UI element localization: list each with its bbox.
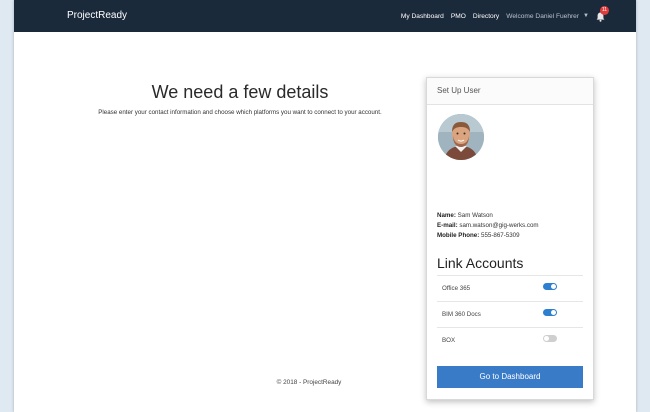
email-label: E-mail: bbox=[437, 222, 458, 229]
go-to-dashboard-button[interactable]: Go to Dashboard bbox=[437, 366, 583, 388]
footer-copyright: © 2018 - ProjectReady bbox=[276, 379, 342, 386]
setup-user-card: Set Up User Name: Sam Watson E-mail: sam… bbox=[426, 77, 594, 400]
name-value: Sam Watson bbox=[457, 212, 493, 219]
toggle-knob bbox=[551, 284, 556, 289]
brand-logo[interactable]: ProjectReady bbox=[67, 0, 127, 32]
toggle-knob bbox=[544, 336, 549, 341]
bim-360-docs-toggle[interactable] bbox=[543, 309, 557, 316]
card-title: Set Up User bbox=[427, 78, 593, 105]
account-label: BIM 360 Docs bbox=[442, 311, 481, 318]
avatar-image bbox=[438, 114, 484, 160]
nav-right: My Dashboard PMO Directory Welcome Danie… bbox=[401, 0, 609, 32]
email-value: sam.watson@gig-werks.com bbox=[459, 222, 539, 229]
nav-link-my-dashboard[interactable]: My Dashboard bbox=[401, 13, 444, 20]
nav-link-pmo[interactable]: PMO bbox=[451, 13, 466, 20]
office-365-toggle[interactable] bbox=[543, 283, 557, 290]
account-label: BOX bbox=[442, 337, 456, 344]
user-info: Name: Sam Watson E-mail: sam.watson@gig-… bbox=[437, 211, 539, 241]
app-window: ProjectReady My Dashboard PMO Directory … bbox=[14, 0, 636, 412]
notifications-button[interactable]: 11 bbox=[596, 6, 609, 22]
user-menu[interactable]: Welcome Daniel Fuehrer bbox=[506, 13, 579, 20]
email-line: E-mail: sam.watson@gig-werks.com bbox=[437, 221, 539, 231]
notification-badge: 11 bbox=[600, 6, 609, 15]
account-list: Office 365 BIM 360 Docs BOX bbox=[437, 275, 583, 353]
main-content: We need a few details Please enter your … bbox=[14, 32, 636, 412]
phone-label: Mobile Phone: bbox=[437, 232, 480, 239]
chevron-down-icon[interactable]: ▼ bbox=[583, 13, 589, 19]
toggle-knob bbox=[551, 310, 556, 315]
phone-value: 555-867-5309 bbox=[481, 232, 520, 239]
name-label: Name: bbox=[437, 212, 456, 219]
account-row-bim-360-docs[interactable]: BIM 360 Docs bbox=[437, 301, 583, 327]
top-navbar: ProjectReady My Dashboard PMO Directory … bbox=[14, 0, 636, 32]
account-label: Office 365 bbox=[442, 285, 471, 292]
page-title: We need a few details bbox=[151, 82, 329, 102]
account-row-box[interactable]: BOX bbox=[437, 327, 583, 353]
name-line: Name: Sam Watson bbox=[437, 211, 539, 221]
phone-line: Mobile Phone: 555-867-5309 bbox=[437, 231, 539, 241]
link-accounts-title: Link Accounts bbox=[437, 255, 524, 271]
box-toggle[interactable] bbox=[543, 335, 557, 342]
account-row-office-365[interactable]: Office 365 bbox=[437, 275, 583, 301]
avatar bbox=[438, 114, 484, 160]
page-subtitle: Please enter your contact information an… bbox=[98, 109, 382, 116]
nav-link-directory[interactable]: Directory bbox=[473, 13, 499, 20]
